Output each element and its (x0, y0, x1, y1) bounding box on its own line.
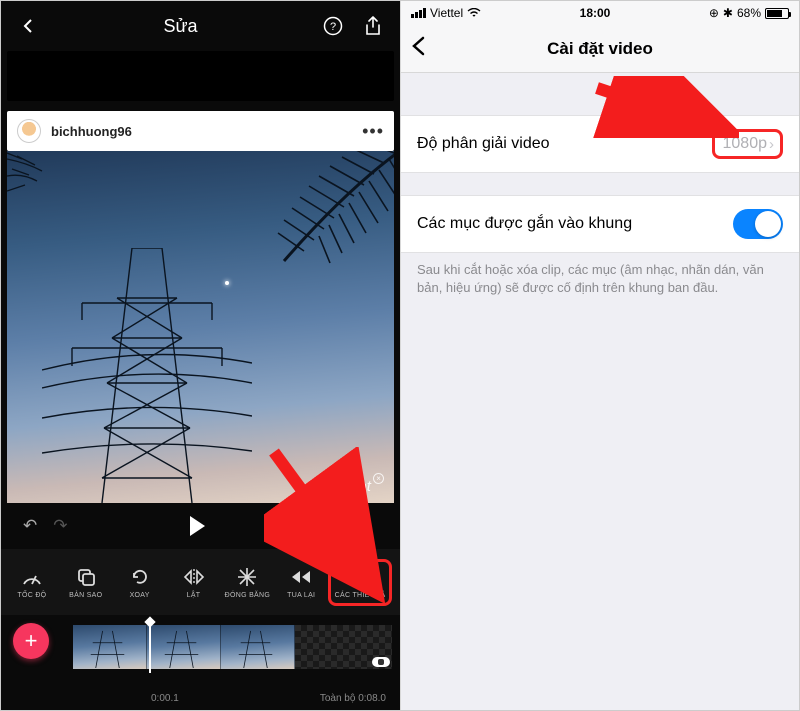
time-total: Toàn bộ 0:08.0 (320, 693, 386, 704)
speed-icon (21, 566, 43, 588)
tool-rewind[interactable]: TUA LẠI (274, 566, 328, 599)
row-caption: Sau khi cắt hoặc xóa clip, các mục (âm n… (401, 253, 799, 296)
time-start: 0:00.1 (151, 693, 179, 704)
avatar (17, 119, 41, 143)
timeline-thumb[interactable] (221, 625, 295, 669)
tool-flip[interactable]: LẬT (167, 566, 221, 599)
post-header: bichhuong96 ••• (7, 111, 394, 151)
row-snap[interactable]: Các mục được gắn vào khung (401, 195, 799, 253)
rotate-icon (130, 566, 150, 588)
help-icon[interactable]: ? (322, 15, 344, 37)
more-icon[interactable]: ••• (362, 121, 384, 142)
timeline-thumb[interactable] (73, 625, 147, 669)
username: bichhuong96 (51, 124, 362, 139)
carrier: Viettel (430, 6, 463, 20)
letterbox (7, 51, 394, 101)
row-label: Các mục được gắn vào khung (417, 215, 632, 233)
orientation-lock-icon: ⊕ (709, 6, 719, 20)
tool-freeze[interactable]: ĐÓNG BĂNG (220, 566, 274, 599)
row-value: 1080p (723, 135, 768, 153)
add-clip-button[interactable]: + (13, 623, 49, 659)
chevron-right-icon: › (769, 136, 774, 153)
clip-track[interactable] (73, 625, 392, 669)
gear-icon (350, 566, 370, 588)
wifi-icon (467, 8, 481, 18)
timeline-thumb[interactable] (147, 625, 221, 669)
editor-screen: Sửa ? bichhuong96 ••• (1, 1, 400, 710)
undo-icon[interactable]: ↶ (23, 516, 37, 536)
watermark[interactable]: InShot× (327, 478, 384, 495)
back-icon[interactable] (411, 35, 425, 63)
clock: 18:00 (580, 6, 611, 20)
play-button[interactable] (190, 516, 205, 536)
video-preview[interactable]: InShot× (7, 151, 394, 503)
palm-leaf (234, 151, 394, 301)
battery-pct: 68% (737, 6, 761, 20)
toggle-switch[interactable] (733, 209, 783, 239)
playhead[interactable] (149, 621, 151, 673)
redo-icon[interactable]: ↷ (53, 516, 67, 536)
timeline: + 0:00.1 Toàn bộ 0:08.0 (1, 615, 400, 710)
flip-icon (183, 566, 205, 588)
status-bar: Viettel 18:00 ⊕ ✱ 68% (401, 1, 799, 25)
page-title: Cài đặt video (547, 39, 653, 59)
battery-icon (765, 8, 789, 19)
tool-settings[interactable]: CÁC THIẾT LẬ (328, 559, 392, 606)
back-icon[interactable] (17, 15, 39, 37)
rewind-icon (290, 566, 312, 588)
tool-row: TỐC ĐỘ BẢN SAO XOAY LẬT ĐÓNG BĂNG TUA LẠ… (1, 549, 400, 615)
bluetooth-icon: ✱ (723, 6, 733, 20)
trim-handle[interactable] (372, 657, 390, 667)
tool-rotate[interactable]: XOAY (113, 566, 167, 599)
tool-speed[interactable]: TỐC ĐỘ (5, 566, 59, 599)
power-tower (42, 248, 252, 503)
freeze-icon (237, 566, 257, 588)
svg-text:?: ? (330, 21, 336, 33)
row-resolution[interactable]: Độ phân giải video 1080p › (401, 115, 799, 173)
share-icon[interactable] (362, 15, 384, 37)
copy-icon (76, 566, 96, 588)
tree-branch (7, 151, 87, 211)
signal-icon (411, 8, 426, 18)
resolution-value-highlight: 1080p › (712, 129, 784, 159)
tool-copy[interactable]: BẢN SAO (59, 566, 113, 599)
moon (225, 281, 229, 285)
settings-screen: Viettel 18:00 ⊕ ✱ 68% Cài đặt video Độ p… (400, 1, 799, 710)
page-title: Sửa (163, 16, 197, 37)
row-label: Độ phân giải video (417, 135, 550, 153)
